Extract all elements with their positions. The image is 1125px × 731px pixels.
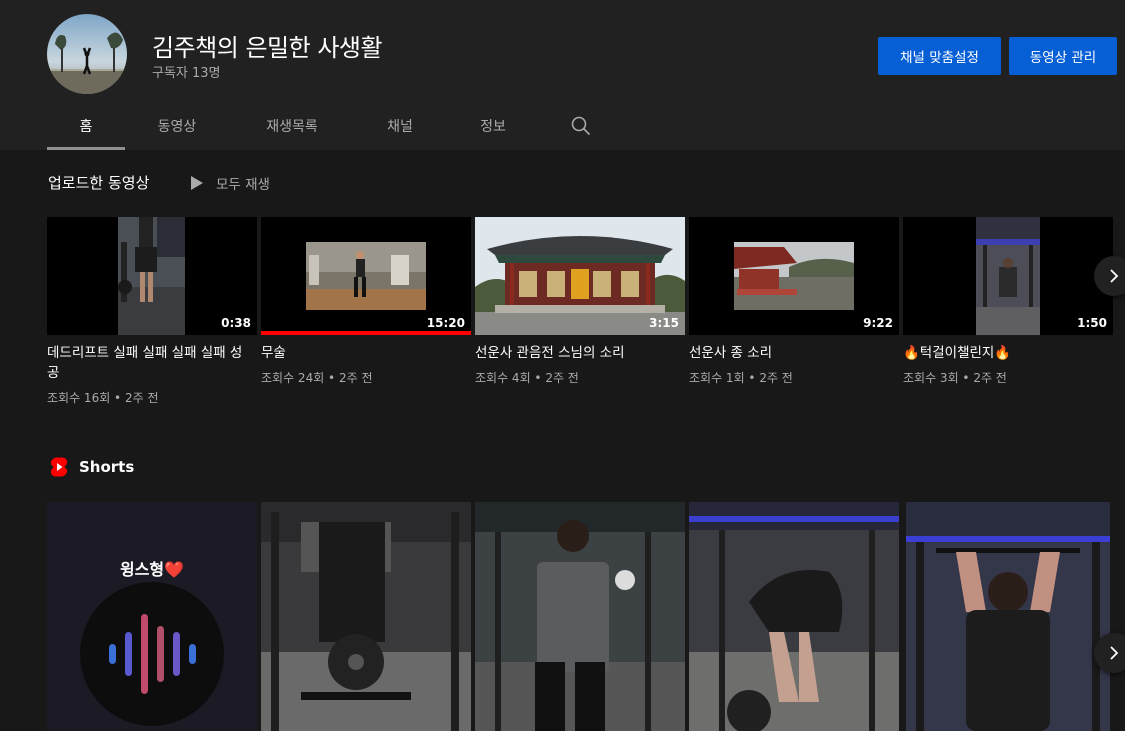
video-duration: 15:20 [426,316,465,330]
channel-header: 김주책의 은밀한 사생활 구독자 13명 채널 맞춤설정 동영상 관리 홈 동영… [0,0,1125,150]
tab-videos[interactable]: 동영상 [125,102,229,150]
tab-home[interactable]: 홈 [47,102,125,150]
short-card[interactable] [689,502,899,731]
play-all-label: 모두 재생 [216,177,270,193]
video-title[interactable]: 데드리프트 실패 실패 실패 실패 성공 [47,343,252,383]
video-thumbnail[interactable]: 0:38 [47,217,257,335]
manage-videos-button[interactable]: 동영상 관리 [1009,37,1117,75]
short-card[interactable] [906,502,1110,731]
video-card[interactable]: 9:22 선운사 종 소리 조회수 1회 • 2주 전 [689,217,899,386]
channel-tabs: 홈 동영상 재생목록 채널 정보 [47,102,601,150]
video-card[interactable]: 3:15 선운사 관음전 스님의 소리 조회수 4회 • 2주 전 [475,217,685,386]
shorts-logo-icon [50,457,68,477]
tab-channels-label: 채널 [387,119,413,135]
short-card[interactable]: 윙스형❤️ [47,502,257,731]
video-duration: 3:15 [649,316,679,330]
channel-title: 김주책의 은밀한 사생활 [152,34,383,62]
video-meta: 조회수 1회 • 2주 전 [689,371,793,385]
tab-about[interactable]: 정보 [445,102,541,150]
video-duration: 9:22 [863,316,893,330]
shorts-section-header: Shorts [49,456,134,478]
play-all-button[interactable]: 모두 재생 [190,172,270,194]
search-icon[interactable] [561,102,601,150]
chevron-right-icon [1110,269,1119,283]
play-icon [191,176,203,190]
video-meta: 조회수 3회 • 2주 전 [903,371,1007,385]
waveform-icon [80,582,224,726]
subscriber-count: 구독자 13명 [152,66,221,81]
channel-avatar[interactable] [47,14,127,94]
customize-channel-button[interactable]: 채널 맞춤설정 [878,37,1001,75]
tab-playlists[interactable]: 재생목록 [229,102,355,150]
video-title[interactable]: 선운사 종 소리 [689,343,894,363]
short-card[interactable] [261,502,471,731]
video-card[interactable]: 15:20 무술 조회수 24회 • 2주 전 [261,217,471,386]
video-thumbnail[interactable]: 15:20 [261,217,471,335]
video-card[interactable]: 0:38 데드리프트 실패 실패 실패 실패 성공 조회수 16회 • 2주 전 [47,217,257,406]
video-thumbnail[interactable]: 9:22 [689,217,899,335]
shorts-section-title: Shorts [79,458,135,476]
short-card[interactable] [475,502,685,731]
video-thumbnail[interactable]: 1:50 [903,217,1113,335]
tab-videos-label: 동영상 [157,119,197,135]
video-title[interactable]: 무술 [261,343,466,363]
video-title[interactable]: 선운사 관음전 스님의 소리 [475,343,680,363]
video-duration: 0:38 [221,316,251,330]
short-card-text: 윙스형❤️ [119,560,185,579]
video-duration: 1:50 [1077,316,1107,330]
video-meta: 조회수 16회 • 2주 전 [47,391,159,405]
tab-about-label: 정보 [480,119,506,135]
video-title[interactable]: 🔥턱걸이챌린지🔥 [903,343,1108,363]
chevron-right-icon [1110,646,1119,660]
video-thumbnail[interactable]: 3:15 [475,217,685,335]
watch-progress-bar [261,331,471,335]
uploads-section-title: 업로드한 동영상 [48,174,150,192]
tab-home-label: 홈 [79,119,93,135]
tab-playlists-label: 재생목록 [266,119,318,135]
video-meta: 조회수 4회 • 2주 전 [475,371,579,385]
tab-channels[interactable]: 채널 [355,102,445,150]
video-card[interactable]: 1:50 🔥턱걸이챌린지🔥 조회수 3회 • 2주 전 [903,217,1113,386]
video-meta: 조회수 24회 • 2주 전 [261,371,373,385]
